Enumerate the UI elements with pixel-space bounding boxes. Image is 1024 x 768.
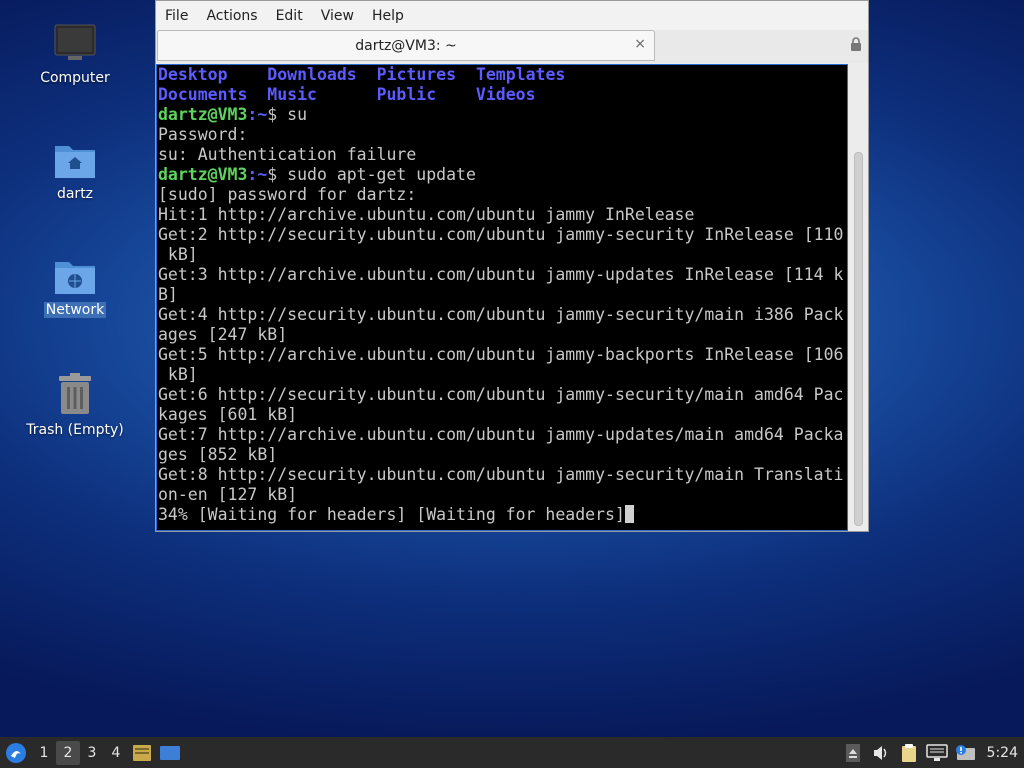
dir-entry: Templates bbox=[475, 65, 566, 84]
eject-icon bbox=[845, 743, 860, 762]
prompt-user: dartz@VM3 bbox=[158, 105, 248, 124]
desktop-icon-dartz[interactable]: dartz bbox=[20, 140, 130, 202]
workspace-1[interactable]: 1 bbox=[32, 737, 56, 768]
network-button[interactable] bbox=[923, 737, 951, 768]
dir-entry: Music bbox=[267, 85, 317, 104]
computer-icon bbox=[54, 24, 96, 60]
menu-help[interactable]: Help bbox=[363, 8, 413, 24]
dir-entry: Pictures bbox=[376, 65, 457, 84]
desktop-icon-label: Network bbox=[43, 302, 107, 318]
dir-entry: Documents bbox=[158, 85, 248, 104]
tab-bar: dartz@VM3: ~ × bbox=[156, 30, 868, 63]
command-line: $ su bbox=[267, 105, 308, 124]
system-tray: 5:24 bbox=[839, 737, 1024, 768]
menu-view[interactable]: View bbox=[312, 8, 363, 24]
desktop-icon-trash[interactable]: Trash (Empty) bbox=[20, 372, 130, 438]
menu-actions[interactable]: Actions bbox=[197, 8, 266, 24]
dir-entry: Public bbox=[376, 85, 437, 104]
dir-entry: Desktop bbox=[158, 65, 228, 84]
command-output: Password: su: Authentication failure bbox=[158, 125, 417, 164]
start-menu-button[interactable] bbox=[0, 737, 32, 768]
prompt-path: :~ bbox=[247, 165, 268, 184]
clipboard-button[interactable] bbox=[895, 737, 923, 768]
command-line: $ sudo apt-get update bbox=[267, 165, 476, 184]
menu-file[interactable]: File bbox=[156, 8, 197, 24]
prompt-path: :~ bbox=[247, 105, 268, 124]
workspace-4[interactable]: 4 bbox=[104, 737, 128, 768]
clock[interactable]: 5:24 bbox=[979, 745, 1024, 761]
close-icon[interactable]: × bbox=[634, 36, 646, 52]
workspace-3[interactable]: 3 bbox=[80, 737, 104, 768]
app-launcher-icon bbox=[6, 742, 26, 763]
volume-icon bbox=[873, 745, 886, 760]
menu-bar: File Actions Edit View Help bbox=[156, 1, 868, 30]
desktop-icon-label: dartz bbox=[56, 186, 94, 202]
tab-title: dartz@VM3: ~ bbox=[355, 37, 457, 54]
dir-entry: Downloads bbox=[267, 65, 357, 84]
desktop-icon bbox=[160, 745, 180, 760]
command-output: [sudo] password for dartz: Hit:1 http://… bbox=[158, 185, 844, 504]
menu-edit[interactable]: Edit bbox=[267, 8, 312, 24]
prompt-user: dartz@VM3 bbox=[158, 165, 248, 184]
desktop-icon-label: Computer bbox=[40, 70, 110, 86]
progress-line: 34% [Waiting for headers] [Waiting for h… bbox=[158, 505, 625, 524]
desktop-icon-label: Trash (Empty) bbox=[26, 422, 124, 438]
network-folder-icon bbox=[55, 262, 95, 294]
volume-button[interactable] bbox=[867, 737, 895, 768]
network-icon bbox=[925, 743, 948, 761]
taskbar: 1 2 3 4 5:24 bbox=[0, 737, 1024, 768]
show-desktop-button[interactable] bbox=[156, 737, 184, 768]
trash-icon bbox=[59, 373, 91, 414]
desktop-icon-network[interactable]: Network bbox=[20, 256, 130, 318]
file-manager-icon bbox=[133, 744, 151, 761]
terminal-window: File Actions Edit View Help dartz@VM3: ~… bbox=[155, 0, 869, 532]
file-manager-button[interactable] bbox=[128, 737, 156, 768]
scrollbar-thumb[interactable] bbox=[854, 152, 863, 526]
eject-button[interactable] bbox=[839, 737, 867, 768]
updates-button[interactable] bbox=[951, 737, 979, 768]
terminal-cursor bbox=[624, 505, 634, 523]
terminal-tab[interactable]: dartz@VM3: ~ × bbox=[157, 30, 655, 61]
dir-entry: Videos bbox=[475, 85, 536, 104]
desktop-icon-computer[interactable]: Computer bbox=[20, 20, 130, 86]
update-notifier-icon bbox=[955, 744, 975, 760]
workspace-2[interactable]: 2 bbox=[56, 740, 80, 765]
clipboard-icon bbox=[901, 743, 916, 762]
terminal-output[interactable]: Desktop Downloads Pictures Templates Doc… bbox=[156, 64, 848, 531]
scrollbar[interactable] bbox=[848, 64, 868, 531]
home-folder-icon bbox=[55, 146, 95, 178]
lock-icon[interactable] bbox=[850, 37, 862, 51]
